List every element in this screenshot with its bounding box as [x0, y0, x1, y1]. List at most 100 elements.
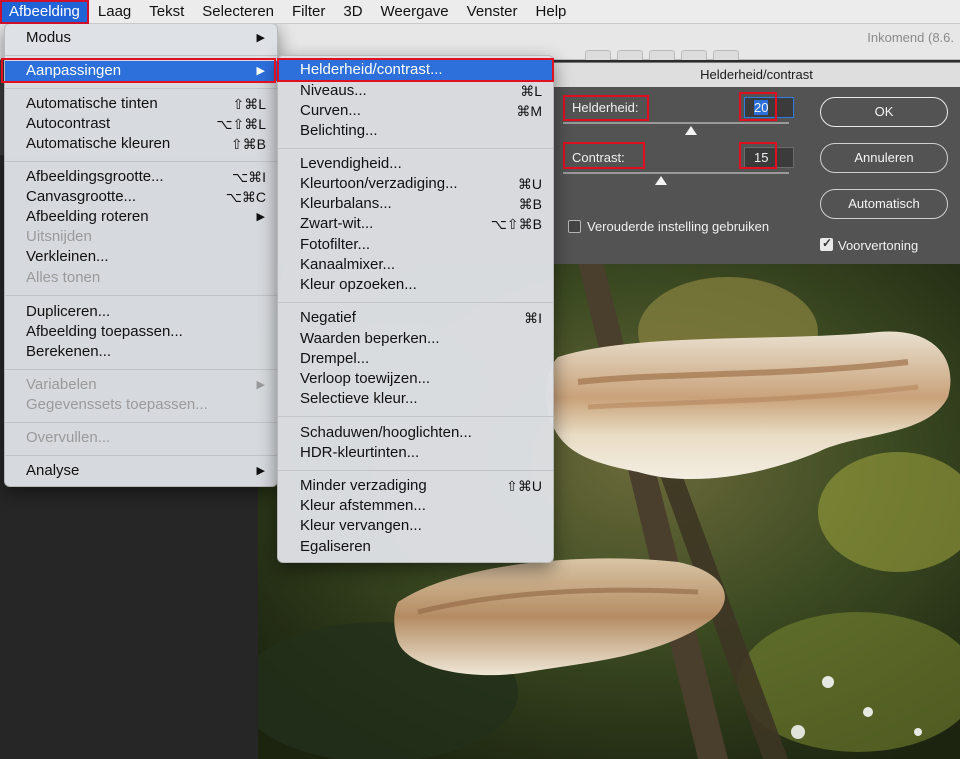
helderheid-contrast-highlight: [277, 58, 554, 82]
shortcut-label: ⌘M: [516, 103, 542, 119]
menu-item-kanaalmixer[interactable]: Kanaalmixer...: [278, 255, 553, 275]
menu-item-label: Overvullen...: [26, 429, 111, 446]
menu-3d[interactable]: 3D: [334, 0, 371, 24]
menu-item-kleur-vervangen[interactable]: Kleur vervangen...: [278, 516, 553, 536]
menu-separator: [278, 416, 553, 417]
legacy-checkbox[interactable]: [568, 220, 581, 233]
menu-item-drempel[interactable]: Drempel...: [278, 349, 553, 369]
menu-item-label: Autocontrast: [26, 115, 111, 132]
contrast-label-highlight: [563, 142, 645, 169]
submenu-arrow-icon: ▶: [256, 32, 265, 44]
menu-item-schaduwen-hooglichten[interactable]: Schaduwen/hooglichten...: [278, 423, 553, 443]
menu-item-verkleinen[interactable]: Verkleinen...: [5, 247, 277, 267]
menu-item-label: Kleur afstemmen...: [300, 497, 426, 514]
menu-item-dupliceren[interactable]: Dupliceren...: [5, 302, 277, 322]
contrast-input-highlight: [739, 142, 777, 169]
menu-item-niveaus[interactable]: Niveaus... ⌘L: [278, 81, 553, 101]
menu-item-kleur-afstemmen[interactable]: Kleur afstemmen...: [278, 496, 553, 516]
ok-button[interactable]: OK: [820, 97, 948, 127]
shortcut-label: ⌥⇧⌘L: [216, 116, 266, 132]
menu-item-label: Curven...: [300, 102, 361, 119]
menu-item-label: Levendigheid...: [300, 155, 402, 172]
doc-tab[interactable]: [585, 50, 611, 60]
contrast-slider-track[interactable]: [563, 172, 789, 174]
menu-item-selectieve-kleur[interactable]: Selectieve kleur...: [278, 389, 553, 409]
menu-selecteren[interactable]: Selecteren: [193, 0, 283, 24]
menu-laag[interactable]: Laag: [89, 0, 140, 24]
menu-item-overvullen: Overvullen...: [5, 428, 277, 448]
menu-item-automatische-kleuren[interactable]: Automatische kleuren ⇧⌘B: [5, 134, 277, 154]
menu-help[interactable]: Help: [527, 0, 576, 24]
menu-item-berekenen[interactable]: Berekenen...: [5, 342, 277, 362]
aanpassingen-submenu: Helderheid/contrast... Niveaus... ⌘L Curv…: [277, 55, 554, 563]
menu-item-waarden-beperken[interactable]: Waarden beperken...: [278, 329, 553, 349]
menu-filter[interactable]: Filter: [283, 0, 334, 24]
brightness-slider-thumb[interactable]: [685, 126, 698, 135]
menu-item-label: Variabelen: [26, 376, 97, 393]
doc-tab[interactable]: [681, 50, 707, 60]
menu-item-label: HDR-kleurtinten...: [300, 444, 420, 461]
shortcut-label: ⌥⌘C: [225, 189, 266, 205]
menu-item-belichting[interactable]: Belichting...: [278, 121, 553, 141]
menu-item-egaliseren[interactable]: Egaliseren: [278, 537, 553, 557]
menu-item-modus[interactable]: Modus ▶: [5, 28, 277, 48]
menu-item-label: Modus: [26, 29, 72, 46]
doc-tab[interactable]: [617, 50, 643, 60]
menu-venster[interactable]: Venster: [458, 0, 527, 24]
menu-item-canvasgrootte[interactable]: Canvasgrootte... ⌥⌘C: [5, 187, 277, 207]
menu-separator: [278, 470, 553, 471]
menu-item-kleur-opzoeken[interactable]: Kleur opzoeken...: [278, 275, 553, 295]
menu-item-label: Verkleinen...: [26, 248, 109, 265]
menu-item-uitsnijden: Uitsnijden: [5, 227, 277, 247]
menu-item-analyse[interactable]: Analyse ▶: [5, 461, 277, 481]
menu-item-hdr-kleurtinten[interactable]: HDR-kleurtinten...: [278, 443, 553, 463]
cancel-button[interactable]: Annuleren: [820, 143, 948, 173]
contrast-slider-thumb[interactable]: [654, 176, 667, 185]
menu-item-label: Analyse: [26, 462, 80, 479]
menu-item-label: Verloop toewijzen...: [300, 370, 431, 387]
menu-item-label: Afbeelding toepassen...: [26, 323, 183, 340]
menu-item-verloop-toewijzen[interactable]: Verloop toewijzen...: [278, 369, 553, 389]
menu-item-levendigheid[interactable]: Levendigheid...: [278, 154, 553, 174]
menu-item-label: Drempel...: [300, 350, 370, 367]
menu-item-zwart-wit[interactable]: Zwart-wit... ⌥⇧⌘B: [278, 214, 553, 234]
auto-button[interactable]: Automatisch: [820, 189, 948, 219]
doc-tab[interactable]: [713, 50, 739, 60]
menu-afbeelding[interactable]: Afbeelding: [0, 0, 89, 24]
menu-item-minder-verzadiging[interactable]: Minder verzadiging ⇧⌘U: [278, 476, 553, 496]
brightness-slider-track[interactable]: [563, 122, 789, 124]
menu-item-label: Uitsnijden: [26, 228, 92, 245]
menu-weergave[interactable]: Weergave: [372, 0, 458, 24]
menu-item-label: Kleur opzoeken...: [300, 276, 417, 293]
menu-item-curven[interactable]: Curven... ⌘M: [278, 101, 553, 121]
doc-tab[interactable]: [649, 50, 675, 60]
brightness-input-highlight: [739, 92, 777, 121]
menu-separator: [5, 369, 277, 370]
menu-item-afbeelding-toepassen[interactable]: Afbeelding toepassen...: [5, 322, 277, 342]
menu-item-fotofilter[interactable]: Fotofilter...: [278, 235, 553, 255]
menu-item-label: Belichting...: [300, 122, 378, 139]
menu-item-label: Kleurbalans...: [300, 195, 392, 212]
menu-item-afbeeldingsgrootte[interactable]: Afbeeldingsgrootte... ⌥⌘I: [5, 167, 277, 187]
shortcut-label: ⇧⌘L: [232, 96, 266, 112]
menu-separator: [278, 302, 553, 303]
menu-separator: [5, 455, 277, 456]
shortcut-label: ⌘L: [520, 83, 542, 99]
menu-separator: [278, 148, 553, 149]
preview-checkbox[interactable]: [820, 236, 833, 251]
menu-item-autocontrast[interactable]: Autocontrast ⌥⇧⌘L: [5, 114, 277, 134]
aanpassingen-highlight: [1, 58, 276, 83]
menu-item-negatief[interactable]: Negatief ⌘I: [278, 308, 553, 328]
brightness-contrast-dialog: Helderheid/contrast Helderheid: 20 Contr…: [553, 62, 960, 264]
menu-item-label: Negatief: [300, 309, 356, 326]
brightness-label-highlight: [563, 95, 649, 121]
menu-separator: [5, 295, 277, 296]
menu-item-automatische-tinten[interactable]: Automatische tinten ⇧⌘L: [5, 94, 277, 114]
document-title: Inkomend (8.6.: [867, 30, 954, 45]
menu-item-kleurbalans[interactable]: Kleurbalans... ⌘B: [278, 194, 553, 214]
menu-tekst[interactable]: Tekst: [140, 0, 193, 24]
menu-item-label: Afbeeldingsgrootte...: [26, 168, 164, 185]
menu-item-label: Minder verzadiging: [300, 477, 427, 494]
menu-item-afbeelding-roteren[interactable]: Afbeelding roteren ▶: [5, 207, 277, 227]
menu-item-kleurtoon-verzadiging[interactable]: Kleurtoon/verzadiging... ⌘U: [278, 174, 553, 194]
